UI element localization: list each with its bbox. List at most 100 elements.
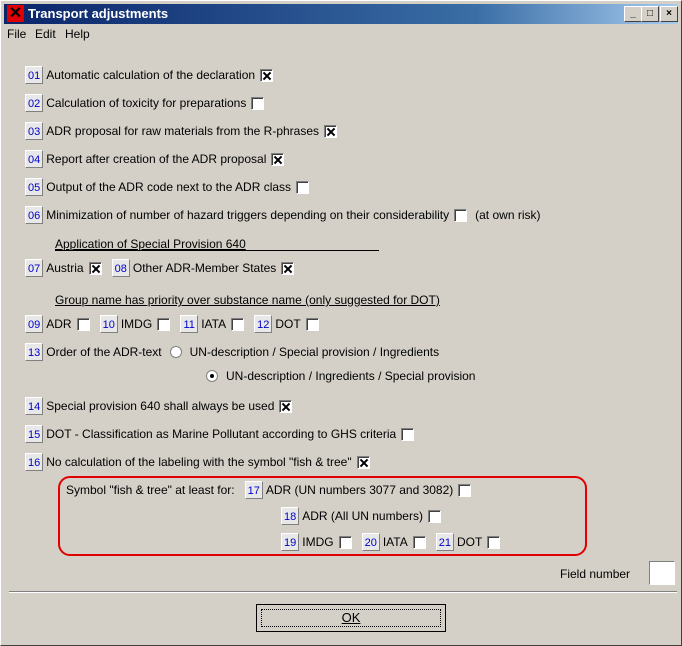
austria-label: Austria [46,261,84,275]
checkbox-01[interactable] [260,68,274,82]
field-number-12[interactable]: 12 [254,315,273,333]
field-number-19[interactable]: 19 [281,533,300,551]
option-row-16: 16 No calculation of the labeling with th… [25,453,370,475]
sp640-row: 07 Austria 08 Other ADR-Member States [25,259,295,281]
option-row-03: 03 ADR proposal for raw materials from th… [25,122,338,144]
checkbox-09[interactable] [76,317,90,331]
field-number-09[interactable]: 09 [25,315,44,333]
radio-option-2-label: UN-description / Ingredients / Special p… [226,369,476,383]
checkbox-20[interactable] [412,535,426,549]
field-number-18[interactable]: 18 [281,507,300,525]
field-number-11[interactable]: 11 [180,315,199,333]
window-title: Transport adjustments [28,6,169,21]
option-row-14: 14 Special provision 640 shall always be … [25,397,293,419]
checkbox-21[interactable] [487,535,501,549]
checkbox-06[interactable] [454,208,468,222]
option-row-15: 15 DOT - Classification as Marine Polluta… [25,425,415,447]
checkbox-02[interactable] [251,96,265,110]
field-number-07[interactable]: 07 [25,259,44,277]
field-number-03[interactable]: 03 [25,122,44,140]
app-icon: ✕ [7,5,24,22]
order-row-2: UN-description / Ingredients / Special p… [206,367,475,389]
checkbox-19[interactable] [338,535,352,549]
group-row: 09 ADR 10 IMDG 11 IATA 12 DOT [25,315,319,337]
field-number-13[interactable]: 13 [25,343,44,361]
adr-label: ADR [46,317,72,331]
title-bar: ✕ Transport adjustments _ □ × [4,4,678,24]
field-number-14[interactable]: 14 [25,397,44,415]
checkbox-07[interactable] [88,261,102,275]
option-label-02: Calculation of toxicity for preparations [46,96,247,110]
order-label: Order of the ADR-text [46,345,162,359]
dot-label-2: DOT [456,535,483,549]
radio-option-2[interactable] [206,370,218,382]
checkbox-18[interactable] [427,509,441,523]
fish-tree-label: Symbol "fish & tree" at least for: [66,483,235,497]
field-number-02[interactable]: 02 [25,94,44,112]
field-number-input[interactable] [649,561,675,585]
checkbox-05[interactable] [296,180,310,194]
close-button[interactable]: × [660,6,678,22]
option-label-06: Minimization of number of hazard trigger… [46,208,450,222]
option-row-06: 06 Minimization of number of hazard trigg… [25,206,540,228]
field-number-04[interactable]: 04 [25,150,44,168]
checkbox-17[interactable] [458,483,472,497]
menu-edit[interactable]: Edit [35,27,56,41]
option-label-14: Special provision 640 shall always be us… [46,399,275,413]
option-label-15: DOT - Classification as Marine Pollutant… [46,427,397,441]
ok-button[interactable]: OK [256,604,446,632]
field-number-17[interactable]: 17 [244,481,263,499]
field-number-16[interactable]: 16 [25,453,44,471]
dot-label: DOT [275,317,301,331]
option-row-04: 04 Report after creation of the ADR propo… [25,150,285,172]
checkbox-15[interactable] [401,427,415,441]
field-number-01[interactable]: 01 [25,66,44,84]
focus-rect [261,609,441,627]
minimize-button[interactable]: _ [624,6,642,22]
checkbox-08[interactable] [281,261,295,275]
adr-3077-label: ADR (UN numbers 3077 and 3082) [265,483,454,497]
checkbox-16[interactable] [356,455,370,469]
iata-label: IATA [201,317,227,331]
menu-file[interactable]: File [7,27,26,41]
checkbox-14[interactable] [279,399,293,413]
iata-label-2: IATA [382,535,408,549]
option-label-16: No calculation of the labeling with the … [46,455,352,469]
radio-option-1-label: UN-description / Special provision / Ing… [189,345,440,359]
option-label-05: Output of the ADR code next to the ADR c… [46,180,292,194]
field-number-21[interactable]: 21 [435,533,454,551]
radio-option-1[interactable] [169,346,182,358]
field-number-label: Field number [560,567,631,581]
other-member-states-label: Other ADR-Member States [132,261,277,275]
imdg-label-2: IMDG [302,535,334,549]
option-row-02: 02 Calculation of toxicity for preparatio… [25,94,265,116]
option-label-03: ADR proposal for raw materials from the … [46,124,320,138]
separator [9,591,677,593]
checkbox-12[interactable] [305,317,319,331]
fish-row-17: Symbol "fish & tree" at least for: 17 ADR … [63,481,472,503]
sp640-heading: Application of Special Provision 640 [55,237,246,251]
field-number-08[interactable]: 08 [111,259,130,277]
maximize-button[interactable]: □ [641,6,659,22]
checkbox-10[interactable] [157,317,171,331]
order-row: 13 Order of the ADR-text UN-description / … [25,343,439,365]
risk-note: (at own risk) [475,208,541,222]
menu-help[interactable]: Help [65,27,90,41]
imdg-label: IMDG [120,317,153,331]
field-number-06[interactable]: 06 [25,206,44,224]
field-number-10[interactable]: 10 [99,315,118,333]
divider [55,250,379,251]
fish-row-18: 18 ADR (All UN numbers) [281,507,441,529]
option-row-05: 05 Output of the ADR code next to the ADR… [25,178,310,200]
checkbox-11[interactable] [231,317,245,331]
fish-row-19: 19 IMDG 20 IATA 21 DOT [281,533,501,555]
checkbox-03[interactable] [324,124,338,138]
field-number-15[interactable]: 15 [25,425,44,443]
group-heading: Group name has priority over substance n… [55,293,440,307]
option-label-04: Report after creation of the ADR proposa… [46,152,267,166]
option-row-01: 01 Automatic calculation of the declarati… [25,66,274,88]
checkbox-04[interactable] [271,152,285,166]
field-number-05[interactable]: 05 [25,178,44,196]
field-number-20[interactable]: 20 [361,533,380,551]
dialog-window: ✕ Transport adjustments _ □ × File Edit … [0,0,682,646]
